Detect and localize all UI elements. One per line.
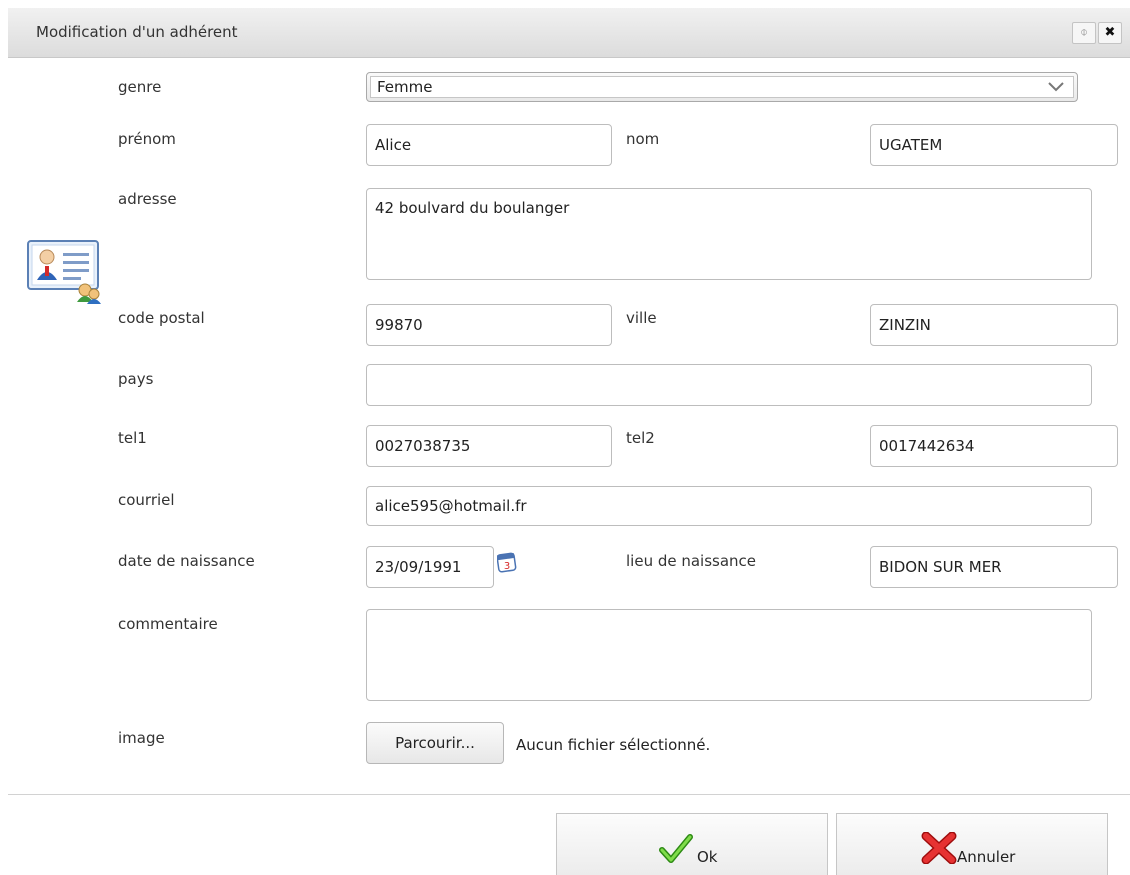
tel2-input[interactable]: 0017442634 (870, 425, 1118, 467)
commentaire-textarea[interactable] (366, 609, 1092, 701)
ville-input[interactable]: ZINZIN (870, 304, 1118, 346)
ok-label: Ok (697, 848, 718, 866)
nom-input[interactable]: UGATEM (870, 124, 1118, 166)
ok-button[interactable]: Ok (556, 813, 828, 875)
restore-icon[interactable]: ⌽ (1072, 22, 1096, 44)
cancel-button[interactable]: Annuler (836, 813, 1108, 875)
cancel-label: Annuler (957, 848, 1016, 866)
prenom-label: prénom (118, 130, 176, 148)
dialog-titlebar: Modification d'un adhérent ⌽ ✖ (8, 8, 1130, 58)
calendar-icon[interactable]: 3 (496, 551, 517, 573)
date-naissance-input[interactable]: 23/09/1991 (366, 546, 494, 588)
genre-select[interactable]: Femme (366, 72, 1078, 102)
adresse-label: adresse (118, 190, 177, 208)
pays-input[interactable] (366, 364, 1092, 406)
tel1-input[interactable]: 0027038735 (366, 425, 612, 467)
date-naissance-label: date de naissance (118, 552, 255, 570)
ville-label: ville (626, 309, 657, 327)
pays-label: pays (118, 370, 154, 388)
dialog-title: Modification d'un adhérent (36, 23, 238, 41)
close-icon[interactable]: ✖ (1098, 22, 1122, 44)
adresse-textarea[interactable]: 42 boulvard du boulanger (366, 188, 1092, 280)
browse-button[interactable]: Parcourir... (366, 722, 504, 764)
courriel-label: courriel (118, 491, 175, 509)
no-file-text: Aucun fichier sélectionné. (516, 736, 711, 754)
commentaire-label: commentaire (118, 615, 218, 633)
genre-selected-value: Femme (377, 78, 433, 96)
red-x-icon (921, 832, 957, 864)
code-postal-label: code postal (118, 309, 205, 327)
genre-label: genre (118, 78, 162, 96)
image-label: image (118, 729, 165, 747)
courriel-input[interactable]: alice595@hotmail.fr (366, 486, 1092, 526)
calendar-day-number: 3 (504, 561, 510, 572)
chevron-down-icon (1047, 79, 1065, 99)
tel1-label: tel1 (118, 429, 147, 447)
footer-divider (8, 794, 1130, 795)
member-card-icon (27, 240, 103, 304)
code-postal-input[interactable]: 99870 (366, 304, 612, 346)
tel2-label: tel2 (626, 429, 655, 447)
prenom-input[interactable]: Alice (366, 124, 612, 166)
nom-label: nom (626, 130, 660, 148)
lieu-naissance-label: lieu de naissance (626, 552, 757, 570)
lieu-naissance-input[interactable]: BIDON SUR MER (870, 546, 1118, 588)
checkmark-icon (659, 834, 693, 863)
